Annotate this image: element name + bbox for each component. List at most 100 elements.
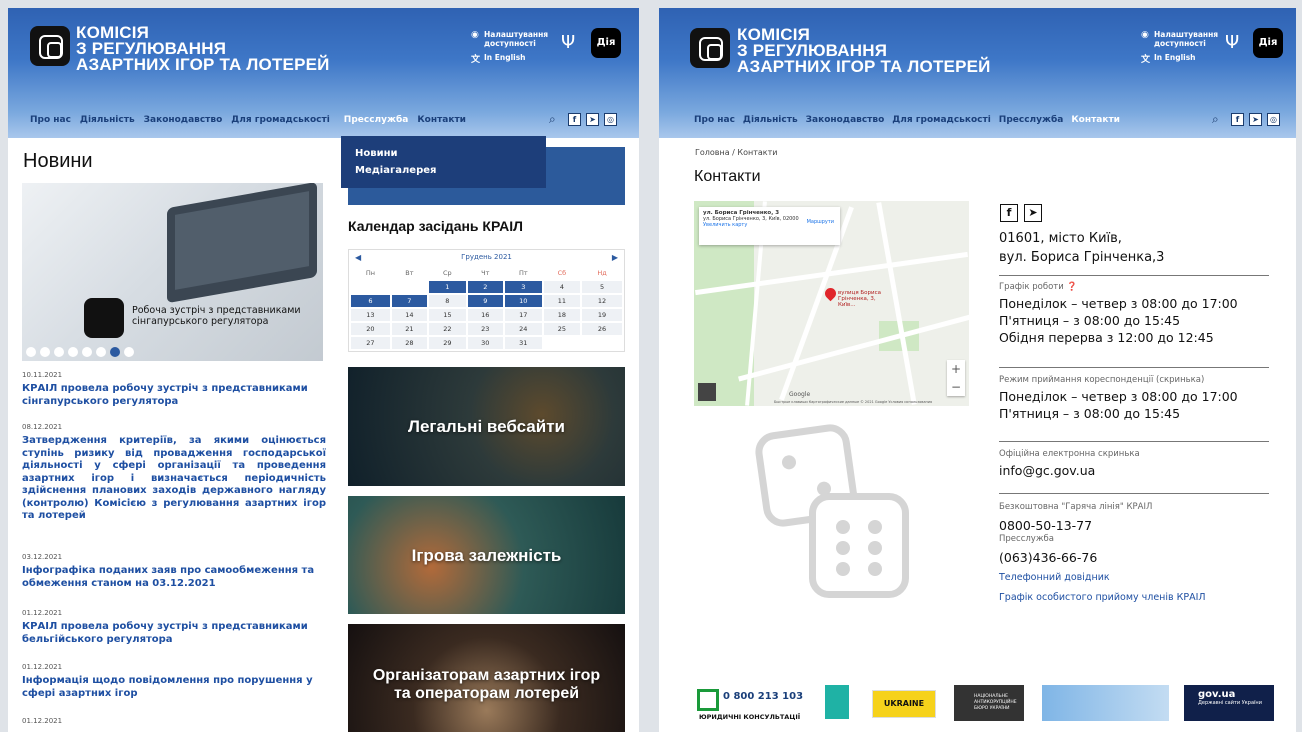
instagram-icon[interactable]: ◎ xyxy=(1267,112,1280,126)
accessibility-line-2: доступності xyxy=(484,39,536,48)
calendar-day-event[interactable]: 6 xyxy=(351,295,390,307)
email-value[interactable]: info@gc.gov.ua xyxy=(999,462,1269,479)
slider-dot[interactable] xyxy=(26,347,36,357)
news-date: 03.12.2021 xyxy=(22,553,63,561)
die-pip xyxy=(836,520,850,534)
address-block: 01601, місто Київ, вул. Бориса Грінченка… xyxy=(999,229,1269,267)
english-link[interactable]: 文 In English xyxy=(1141,53,1196,65)
reception-schedule-link[interactable]: Графік особистого прийому членів КРАІЛ xyxy=(999,592,1269,603)
calendar-day-event[interactable]: 2 xyxy=(467,281,503,293)
calendar-day: 11 xyxy=(543,295,581,307)
map-pin-label: вулиця Бориса Грінченка, 3, Київ... xyxy=(838,290,881,308)
search-icon[interactable]: ⌕ xyxy=(549,112,563,126)
press-phone[interactable]: (063)436-66-76 xyxy=(999,549,1269,566)
gov-ua-sub: Державні сайти України xyxy=(1198,700,1262,706)
nav-press[interactable]: Пресслужба xyxy=(999,115,1064,129)
organizers-tile[interactable]: Організаторам азартних ігор та оператора… xyxy=(348,624,625,732)
facebook-icon[interactable]: f xyxy=(568,112,581,126)
news-slider[interactable]: Робоча зустріч з представниками сінгапур… xyxy=(22,183,323,361)
site-brand[interactable]: КОМІСІЯ З РЕГУЛЮВАННЯ АЗАРТНИХ ІГОР ТА Л… xyxy=(737,26,991,75)
accessibility-settings-link[interactable]: ◉ Налаштування доступності xyxy=(471,30,549,48)
slider-dot[interactable] xyxy=(96,347,106,357)
news-title-link[interactable]: КРАІЛ провела робочу зустріч з представн… xyxy=(22,383,326,408)
nav-contacts[interactable]: Контакти xyxy=(417,115,466,129)
facebook-icon[interactable]: f xyxy=(1231,112,1244,126)
accessibility-line-1: Налаштування xyxy=(484,30,549,39)
nav-contacts[interactable]: Контакти xyxy=(1071,115,1120,129)
english-link[interactable]: 文 In English xyxy=(471,53,526,65)
calendar-day-event[interactable]: 3 xyxy=(504,281,542,293)
commission-logo-icon[interactable] xyxy=(690,28,730,68)
calendar-day-event[interactable]: 7 xyxy=(391,295,427,307)
calendar-day-event[interactable]: 9 xyxy=(467,295,503,307)
help-icon[interactable]: ❓ xyxy=(1066,282,1077,292)
google-logo: Google xyxy=(789,391,811,398)
google-map[interactable]: ул. Бориса Грінченко, 3 ул. Бориса Грінч… xyxy=(694,201,969,406)
commission-logo-icon[interactable] xyxy=(30,26,70,66)
calendar-day-event[interactable]: 10 xyxy=(504,295,542,307)
accessibility-settings-link[interactable]: ◉ Налаштування доступності xyxy=(1141,30,1218,48)
legal-consultation-logo[interactable]: 0 800 213 103 ЮРИДИЧНІ КОНСУЛЬТАЦІЇ xyxy=(697,685,822,723)
telegram-icon[interactable]: ➤ xyxy=(1024,204,1042,222)
next-month-icon[interactable]: ▶ xyxy=(612,250,618,265)
hotline-number[interactable]: 0800-50-13-77 xyxy=(999,517,1269,534)
breadcrumb[interactable]: Головна / Контакти xyxy=(695,148,777,157)
facebook-icon[interactable]: f xyxy=(1000,204,1018,222)
telegram-icon[interactable]: ➤ xyxy=(586,112,599,126)
ukraine-now-logo[interactable]: UKRAINE xyxy=(872,690,936,718)
calendar-day: 23 xyxy=(467,323,503,335)
nav-public[interactable]: Для громадськості xyxy=(892,115,991,129)
nav-about[interactable]: Про нас xyxy=(30,115,71,129)
slider-dot-active[interactable] xyxy=(110,347,120,357)
organizers-label-line-1: Організаторам азартних ігор xyxy=(372,667,601,684)
page-title: Новини xyxy=(23,150,93,172)
news-title-link[interactable]: Інфографіка поданих заяв про самообмежен… xyxy=(22,565,326,590)
zoom-out-icon[interactable]: − xyxy=(947,378,965,396)
hotline-label: Безкоштовна "Гаряча лінія" КРАІЛ xyxy=(999,502,1153,512)
zoom-in-icon[interactable]: + xyxy=(947,360,965,378)
search-icon[interactable]: ⌕ xyxy=(1212,112,1226,126)
calendar-day: 19 xyxy=(582,309,622,321)
telegram-icon[interactable]: ➤ xyxy=(1249,112,1262,126)
diia-button[interactable]: Дія xyxy=(1253,28,1283,58)
nabu-logo[interactable]: НАЦІОНАЛЬНЕ АНТИКОРУПЦІЙНЕ БЮРО УКРАЇНИ xyxy=(954,685,1024,721)
diia-button[interactable]: Дія xyxy=(591,28,621,58)
news-title-link[interactable]: Інформація щодо повідомлення про порушен… xyxy=(22,675,326,700)
slider-dot[interactable] xyxy=(68,347,78,357)
slider-dot[interactable] xyxy=(54,347,64,357)
calendar-day-event[interactable]: 1 xyxy=(428,281,466,293)
map-route-link[interactable]: Маршрути xyxy=(807,219,834,225)
nav-about[interactable]: Про нас xyxy=(694,115,735,129)
slider-dot[interactable] xyxy=(40,347,50,357)
email-block: Офіційна електронна скринька info@gc.gov… xyxy=(999,449,1269,479)
slider-dot[interactable] xyxy=(82,347,92,357)
map-pin-icon[interactable] xyxy=(822,285,839,302)
nav-legislation[interactable]: Законодавство xyxy=(806,115,885,129)
gov-ua-logo[interactable]: gov.ua Державні сайти України xyxy=(1184,685,1274,721)
email-label: Офіційна електронна скринька xyxy=(999,449,1140,459)
site-brand[interactable]: КОМІСІЯ З РЕГУЛЮВАННЯ АЗАРТНИХ ІГОР ТА Л… xyxy=(76,24,330,73)
slider-dot[interactable] xyxy=(124,347,134,357)
nav-public[interactable]: Для громадськості xyxy=(231,115,330,129)
map-thumbnail-icon[interactable] xyxy=(698,383,716,401)
news-date: 10.11.2021 xyxy=(22,371,63,379)
nav-press[interactable]: Пресслужба xyxy=(344,115,409,129)
gambling-addiction-tile[interactable]: Ігрова залежність xyxy=(348,496,625,614)
dropdown-item-media[interactable]: Медіагалерея xyxy=(355,162,532,179)
legal-websites-tile[interactable]: Легальні вебсайти xyxy=(348,367,625,486)
news-title-link[interactable]: Затвердження критеріїв, за якими оцінюєт… xyxy=(22,435,326,523)
nav-activity[interactable]: Діяльність xyxy=(743,115,798,129)
nav-activity[interactable]: Діяльність xyxy=(80,115,135,129)
instagram-icon[interactable]: ◎ xyxy=(604,112,617,126)
nav-legislation[interactable]: Законодавство xyxy=(144,115,223,129)
anticorruption-agency-logo[interactable] xyxy=(1042,685,1169,721)
weekday-header: Нд xyxy=(597,269,607,277)
prev-month-icon[interactable]: ◀ xyxy=(355,250,361,265)
guide-logo[interactable] xyxy=(825,685,849,719)
news-item: 03.12.2021 Інфографіка поданих заяв про … xyxy=(22,553,326,590)
eye-icon: ◉ xyxy=(471,30,479,40)
dropdown-item-news[interactable]: Новини xyxy=(355,145,532,162)
phonebook-link[interactable]: Телефонний довідник xyxy=(999,572,1269,583)
news-title-link[interactable]: КРАІЛ провела робочу зустріч з представн… xyxy=(22,621,326,646)
main-nav: Про нас Діяльність Законодавство Для гро… xyxy=(694,115,1120,129)
